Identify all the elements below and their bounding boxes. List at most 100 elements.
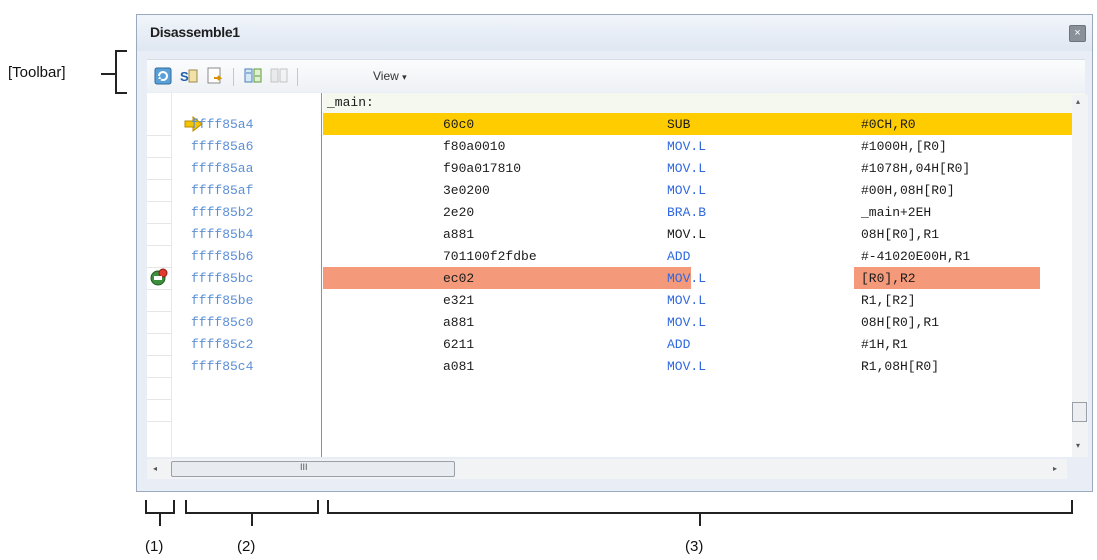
bracket-1-left <box>145 500 147 514</box>
operand-cell: #00H,08H[R0] <box>861 183 955 198</box>
instruction-row[interactable]: ffff85c0 a881 MOV.L 08H[R0],R1 <box>147 315 1085 337</box>
panel-title: Disassemble1 <box>150 24 240 40</box>
instruction-row[interactable]: ffff85be e321 MOV.L R1,[R2] <box>147 293 1085 315</box>
address-cell: ffff85bc <box>191 271 254 286</box>
toolbar-separator <box>297 68 298 86</box>
bracket-2-stem <box>251 512 253 526</box>
scroll-down-icon[interactable]: ▾ <box>1076 441 1080 450</box>
code-cell: a881 <box>443 227 475 242</box>
code-cell: a081 <box>443 359 475 374</box>
instruction-row[interactable]: ffff85a6 f80a0010 MOV.L #1000H,[R0] <box>147 139 1085 161</box>
mnemonic-cell: MOV.L <box>667 315 707 330</box>
mnemonic-cell: MOV.L <box>667 227 707 242</box>
bracket-2-left <box>185 500 187 514</box>
bracket-3-right <box>1071 500 1073 514</box>
row-divider <box>147 399 171 400</box>
address-cell: ffff85b2 <box>191 205 254 220</box>
bracket-3-stem <box>699 512 701 526</box>
address-cell: ffff85aa <box>191 161 254 176</box>
scroll-left-icon[interactable]: ◂ <box>153 464 157 473</box>
operand-cell: 08H[R0],R1 <box>861 315 940 330</box>
bracket-3-left <box>327 500 329 514</box>
code-cell: 3e0200 <box>443 183 490 198</box>
annotation-3: (3) <box>685 538 704 555</box>
instruction-row[interactable]: ffff85a4 60c0 SUB #0CH,R0 <box>147 117 1085 139</box>
mnemonic-cell: MOV.L <box>667 271 707 286</box>
horizontal-scrollbar[interactable]: ◂ III ▸ <box>147 459 1067 479</box>
mnemonic-cell: SUB <box>667 117 691 132</box>
operand-cell: R1,08H[R0] <box>861 359 940 374</box>
bracket-1-right <box>173 500 175 514</box>
operand-cell: _main+2EH <box>861 205 932 220</box>
mnemonic-cell: MOV.L <box>667 293 707 308</box>
instruction-row[interactable]: ffff85af 3e0200 MOV.L #00H,08H[R0] <box>147 183 1085 205</box>
annotation-1: (1) <box>145 538 164 555</box>
label-text: _main: <box>327 95 374 110</box>
toolbar-separator <box>233 68 234 86</box>
address-cell: ffff85b6 <box>191 249 254 264</box>
code-cell: a881 <box>443 315 475 330</box>
code-cell: f80a0010 <box>443 139 506 154</box>
operand-cell: #1078H,04H[R0] <box>861 161 971 176</box>
instruction-row[interactable]: ffff85b6 701100f2fdbe ADD #-41020E00H,R1 <box>147 249 1085 271</box>
label-line: _main: <box>323 93 1085 113</box>
scroll-grip: III <box>300 462 308 472</box>
operand-cell: #0CH,R0 <box>861 117 916 132</box>
code-cell: ec02 <box>443 271 475 286</box>
mnemonic-cell: ADD <box>667 337 691 352</box>
instruction-row[interactable]: ffff85c4 a081 MOV.L R1,08H[R0] <box>147 359 1085 381</box>
instruction-row[interactable]: ffff85bc ec02 MOV.L [R0],R2 <box>147 271 1085 293</box>
code-cell: 2e20 <box>443 205 475 220</box>
address-cell: ffff85b4 <box>191 227 254 242</box>
operand-cell: 08H[R0],R1 <box>861 227 940 242</box>
toolbar-bracket-top <box>115 50 127 52</box>
svg-text:S: S <box>180 69 189 84</box>
scroll-up-icon[interactable]: ▴ <box>1076 97 1080 106</box>
operand-cell: #-41020E00H,R1 <box>861 249 971 264</box>
vertical-scrollbar[interactable]: ▴ ▾ <box>1072 95 1088 457</box>
mnemonic-cell: BRA.B <box>667 205 707 220</box>
instruction-row[interactable]: ffff85aa f90a017810 MOV.L #1078H,04H[R0] <box>147 161 1085 183</box>
address-cell: ffff85c0 <box>191 315 254 330</box>
chevron-down-icon: ▾ <box>402 72 407 82</box>
toolbar-bracket-stub <box>101 73 115 75</box>
view-menu-button[interactable]: View ▾ <box>373 69 407 83</box>
toolbar: S View ▾ <box>147 59 1085 92</box>
instruction-row[interactable]: ffff85c2 6211 ADD #1H,R1 <box>147 337 1085 359</box>
mnemonic-cell: MOV.L <box>667 359 707 374</box>
view-menu-label: View <box>373 69 399 83</box>
operand-cell: [R0],R2 <box>861 271 916 286</box>
mnemonic-cell: MOV.L <box>667 139 707 154</box>
source-mix-icon[interactable] <box>243 66 263 86</box>
go-to-icon[interactable] <box>205 66 225 86</box>
toolbar-annotation: [Toolbar] <box>8 64 66 81</box>
code-cell: 701100f2fdbe <box>443 249 537 264</box>
title-bar: Disassemble1 × <box>137 15 1092 51</box>
instruction-row[interactable]: ffff85b4 a881 MOV.L 08H[R0],R1 <box>147 227 1085 249</box>
disassemble-panel: Disassemble1 × S View ▾ _main: ffff85a4 … <box>136 14 1093 492</box>
instruction-row[interactable]: ffff85b2 2e20 BRA.B _main+2EH <box>147 205 1085 227</box>
operand-cell: #1H,R1 <box>861 337 908 352</box>
vertical-scroll-thumb[interactable] <box>1072 402 1087 422</box>
mnemonic-cell: MOV.L <box>667 183 707 198</box>
code-cell: e321 <box>443 293 475 308</box>
address-cell: ffff85af <box>191 183 254 198</box>
address-cell: ffff85c4 <box>191 359 254 374</box>
close-button[interactable]: × <box>1069 25 1086 42</box>
scroll-right-icon[interactable]: ▸ <box>1053 464 1057 473</box>
code-cell: 6211 <box>443 337 475 352</box>
symbol-icon[interactable]: S <box>179 66 199 86</box>
horizontal-scroll-thumb[interactable]: III <box>171 461 455 477</box>
address-cell: ffff85a4 <box>191 117 254 132</box>
code-cell: 60c0 <box>443 117 475 132</box>
bracket-1-stem <box>159 512 161 526</box>
mnemonic-cell: ADD <box>667 249 691 264</box>
refresh-icon[interactable] <box>153 66 173 86</box>
disassembly-area[interactable]: _main: ffff85a4 60c0 SUB #0CH,R0 ffff85a6 f80… <box>147 93 1085 457</box>
step-icon[interactable] <box>269 66 289 86</box>
mnemonic-cell: MOV.L <box>667 161 707 176</box>
annotation-2: (2) <box>237 538 256 555</box>
address-cell: ffff85be <box>191 293 254 308</box>
row-divider <box>147 421 171 422</box>
toolbar-bracket-bottom <box>115 92 127 94</box>
